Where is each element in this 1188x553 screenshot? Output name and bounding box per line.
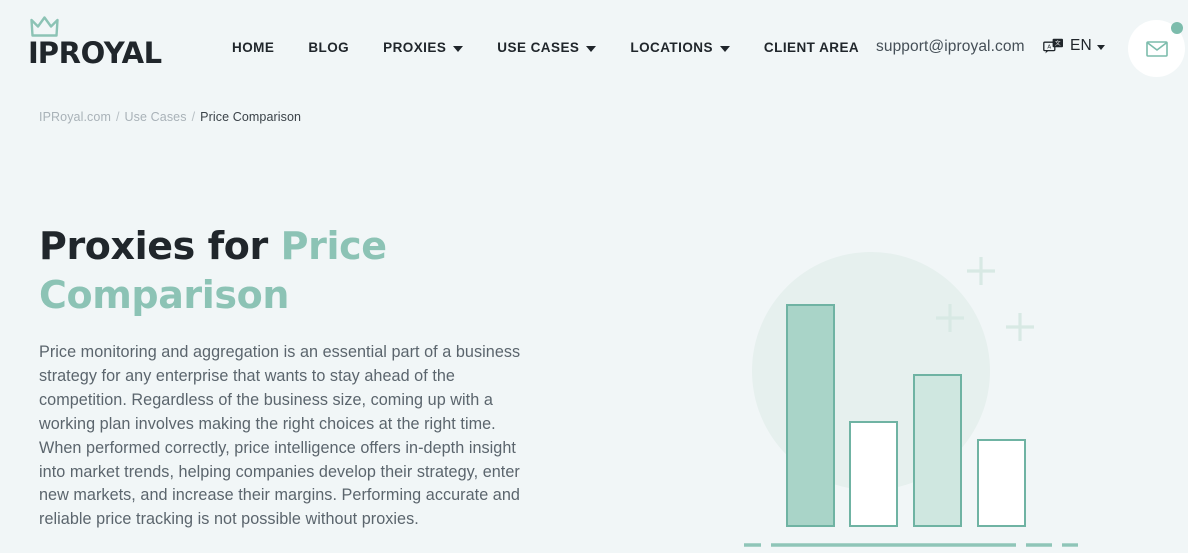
- nav-item-proxies[interactable]: PROXIES: [383, 40, 464, 55]
- language-label: EN: [1070, 37, 1092, 54]
- bar-1: [786, 304, 835, 527]
- svg-text:A: A: [1047, 44, 1051, 50]
- svg-text:文: 文: [1055, 39, 1061, 47]
- bar-2: [849, 421, 898, 527]
- breadcrumb-item-use-cases[interactable]: Use Cases: [125, 110, 187, 124]
- logo-text: IPROYAL: [28, 39, 162, 68]
- chevron-down-icon: [453, 45, 464, 52]
- bar-3: [913, 374, 962, 527]
- language-selector[interactable]: A 文 EN: [1043, 37, 1105, 55]
- nav-item-client-area[interactable]: CLIENT AREA: [764, 40, 859, 55]
- logo-rest: PROYAL: [37, 36, 162, 70]
- page-title-plain: Proxies for: [39, 224, 281, 268]
- breadcrumb: IPRoyal.com / Use Cases / Price Comparis…: [39, 110, 301, 124]
- support-email-link[interactable]: support@iproyal.com: [876, 38, 1025, 56]
- chevron-down-icon: [719, 45, 730, 52]
- site-header: IPROYAL HOME BLOG PROXIES USE CASES LOCA…: [0, 0, 1188, 92]
- nav-item-locations[interactable]: LOCATIONS: [630, 40, 730, 55]
- bar-4: [977, 439, 1026, 527]
- nav-item-label: CLIENT AREA: [763, 40, 860, 55]
- breadcrumb-item-iproyal[interactable]: IPRoyal.com: [39, 110, 111, 124]
- breadcrumb-separator: /: [115, 110, 120, 124]
- nav-item-use-cases[interactable]: USE CASES: [497, 40, 597, 55]
- nav-item-label: USE CASES: [497, 40, 580, 55]
- logo[interactable]: IPROYAL: [28, 16, 162, 68]
- nav-item-label: LOCATIONS: [630, 40, 713, 55]
- nav-item-label: BLOG: [308, 40, 350, 55]
- chevron-down-icon: [1096, 44, 1105, 50]
- nav-item-label: HOME: [232, 40, 275, 55]
- logo-initial: I: [28, 36, 39, 70]
- bar-chart-illustration: [744, 252, 1078, 547]
- hero-description: Price monitoring and aggregation is an e…: [39, 343, 521, 529]
- plus-mark: [967, 257, 995, 285]
- nav-item-home[interactable]: HOME: [232, 40, 274, 55]
- nav-item-blog[interactable]: BLOG: [308, 40, 349, 55]
- notification-badge: [1171, 22, 1183, 34]
- main-nav: HOME BLOG PROXIES USE CASES LOCATIONS CL…: [232, 40, 859, 55]
- page-title: Proxies for Price Comparison: [39, 222, 559, 319]
- page-root: IPROYAL HOME BLOG PROXIES USE CASES LOCA…: [0, 0, 1188, 553]
- chevron-down-icon: [586, 45, 597, 52]
- breadcrumb-separator: /: [191, 110, 196, 124]
- crown-icon: [30, 16, 59, 37]
- translate-icon: A 文: [1043, 38, 1063, 53]
- hero-illustration: [716, 226, 1116, 553]
- envelope-icon: [1145, 40, 1168, 57]
- nav-item-label: PROXIES: [383, 40, 447, 55]
- contact-mail-button[interactable]: [1128, 20, 1185, 77]
- breadcrumb-item-price-comparison: Price Comparison: [200, 110, 302, 124]
- plus-mark: [1006, 313, 1034, 341]
